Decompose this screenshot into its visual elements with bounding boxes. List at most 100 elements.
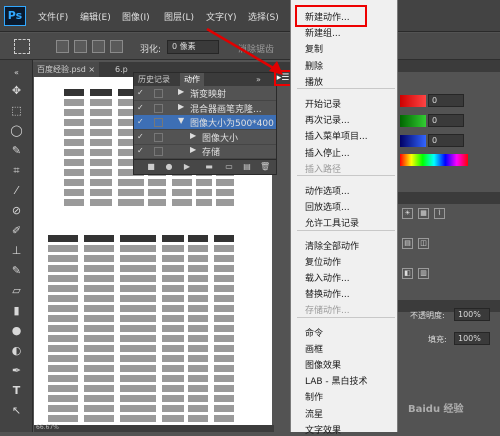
intersect-selection-icon[interactable] [110,40,123,53]
dialog-toggle[interactable] [154,132,163,142]
red-slider[interactable] [400,95,426,107]
flyout-item[interactable]: 删除 [305,59,323,72]
adjust-icon[interactable]: ☀ [402,208,413,219]
opacity-input[interactable]: 100% [454,308,490,321]
menu-file[interactable]: 文件(F) [38,10,68,23]
eyedropper-tool-icon[interactable]: ⁄ [8,184,25,198]
history-brush-tool-icon[interactable]: ✎ [8,264,25,278]
action-row[interactable]: ✓ ▶ 图像大小 [134,130,276,145]
new-set-icon[interactable]: ▬ [204,162,214,172]
menu-image[interactable]: 图像(I) [122,10,150,23]
green-slider[interactable] [400,115,426,127]
new-doc-icon[interactable]: ▤ [242,162,252,172]
add-selection-icon[interactable] [74,40,87,53]
flyout-item[interactable]: 动作选项... [305,184,350,197]
close-icon[interactable]: × [88,65,95,74]
menu-edit[interactable]: 编辑(E) [80,10,111,23]
stop-icon[interactable]: ■ [146,162,156,172]
path-select-tool-icon[interactable]: ↖ [8,404,25,418]
tab-actions[interactable]: 动作 [180,73,204,86]
flyout-item[interactable]: 再次记录... [305,113,350,126]
play-icon[interactable]: ▶ [182,162,192,172]
flyout-item[interactable]: 复制 [305,42,323,55]
type-tool-icon[interactable]: T [8,384,25,398]
blur-tool-icon[interactable]: ● [8,324,25,338]
lasso-tool-icon[interactable]: ◯ [8,124,25,138]
flyout-item[interactable]: 复位动作 [305,255,341,268]
flyout-item[interactable]: LAB - 黑白技术 [305,374,368,387]
flyout-item[interactable]: 清除全部动作 [305,239,359,252]
flyout-item[interactable]: 新建动作... [305,10,350,23]
action-row[interactable]: ✓ ▶ 渐变映射 [134,86,276,101]
tab-baidu-psd[interactable]: 百度经验.psd × [33,62,100,77]
menu-layer[interactable]: 图层(L) [164,10,194,23]
flyout-item[interactable]: 播放 [305,75,323,88]
dialog-toggle[interactable] [154,147,163,157]
flyout-item[interactable]: 插入菜单项目... [305,129,368,142]
gradient-tool-icon[interactable]: ▮ [8,304,25,318]
action-row[interactable]: ✓ ▶ 混合器画笔克隆... [134,101,276,116]
expand-icon[interactable]: ▶ [178,87,184,96]
new-selection-icon[interactable] [56,40,69,53]
check-icon[interactable]: ✓ [137,132,145,141]
flyout-item[interactable]: 载入动作... [305,271,350,284]
action-row[interactable]: ✓ ▶ 存储 [134,144,276,160]
expand-icon[interactable]: ▶ [190,131,196,140]
dodge-tool-icon[interactable]: ◐ [8,344,25,358]
invert-icon[interactable]: ◧ [402,268,413,279]
move-tool-icon[interactable]: ✥ [8,84,25,98]
clone-stamp-tool-icon[interactable]: ⊥ [8,244,25,258]
color-spectrum[interactable] [400,154,468,166]
levels-icon[interactable]: ▦ [418,208,429,219]
quick-select-tool-icon[interactable]: ✎ [8,144,25,158]
tab-history[interactable]: 历史记录 [134,73,174,86]
flyout-item[interactable]: 制作 [305,390,323,403]
check-icon[interactable]: ✓ [137,103,145,112]
flyout-item[interactable]: 文字效果 [305,423,341,436]
green-value[interactable]: 0 [428,114,464,127]
flyout-item[interactable]: 图像效果 [305,358,341,371]
trash-icon[interactable]: 🗑 [260,162,270,172]
flyout-item[interactable]: 存储动作... [305,303,350,316]
eraser-tool-icon[interactable]: ▱ [8,284,25,298]
action-row[interactable]: ✓ ▼ 图像大小为500*400 [134,115,276,131]
flyout-item[interactable]: 新建组... [305,26,341,39]
check-icon[interactable]: ✓ [137,118,145,126]
flyout-item[interactable]: 替换动作... [305,287,350,300]
new-action-icon[interactable]: ▭ [224,162,234,172]
expand-icon[interactable]: ▼ [178,116,184,125]
flyout-item[interactable]: 流星 [305,407,323,420]
blue-value[interactable]: 0 [428,134,464,147]
huesat-icon[interactable]: ▤ [402,238,413,249]
flyout-item[interactable]: 命令 [305,326,323,339]
fill-input[interactable]: 100% [454,332,490,345]
marquee-tool-icon[interactable]: ⬚ [8,104,25,118]
menu-select[interactable]: 选择(S) [248,10,279,23]
marquee-tool-icon[interactable] [14,39,30,54]
pen-tool-icon[interactable]: ✒ [8,364,25,378]
crop-tool-icon[interactable]: ⌗ [8,164,25,178]
flyout-item[interactable]: 画框 [305,342,323,355]
healing-brush-tool-icon[interactable]: ⊘ [8,204,25,218]
flyout-item[interactable]: 插入路径 [305,162,341,175]
record-icon[interactable]: ● [164,162,174,172]
menu-type[interactable]: 文字(Y) [206,10,237,23]
curves-icon[interactable]: ⌇ [434,208,445,219]
panel-collapse-icon[interactable]: « [8,66,25,80]
dialog-toggle[interactable] [154,89,163,98]
subtract-selection-icon[interactable] [92,40,105,53]
dialog-toggle[interactable] [154,118,163,128]
flyout-item[interactable]: 插入停止... [305,146,350,159]
flyout-item[interactable]: 回放选项... [305,200,350,213]
dialog-toggle[interactable] [154,103,163,113]
check-icon[interactable]: ✓ [137,147,145,155]
tab-6p[interactable]: 6.p [111,62,132,77]
check-icon[interactable]: ✓ [137,89,145,97]
flyout-item[interactable]: 开始记录 [305,97,341,110]
flyout-item[interactable]: 允许工具记录 [305,216,359,229]
expand-icon[interactable]: ▶ [178,102,184,111]
colorbal-icon[interactable]: ◫ [418,238,429,249]
blue-slider[interactable] [400,135,426,147]
posterize-icon[interactable]: ▥ [418,268,429,279]
brush-tool-icon[interactable]: ✐ [8,224,25,238]
